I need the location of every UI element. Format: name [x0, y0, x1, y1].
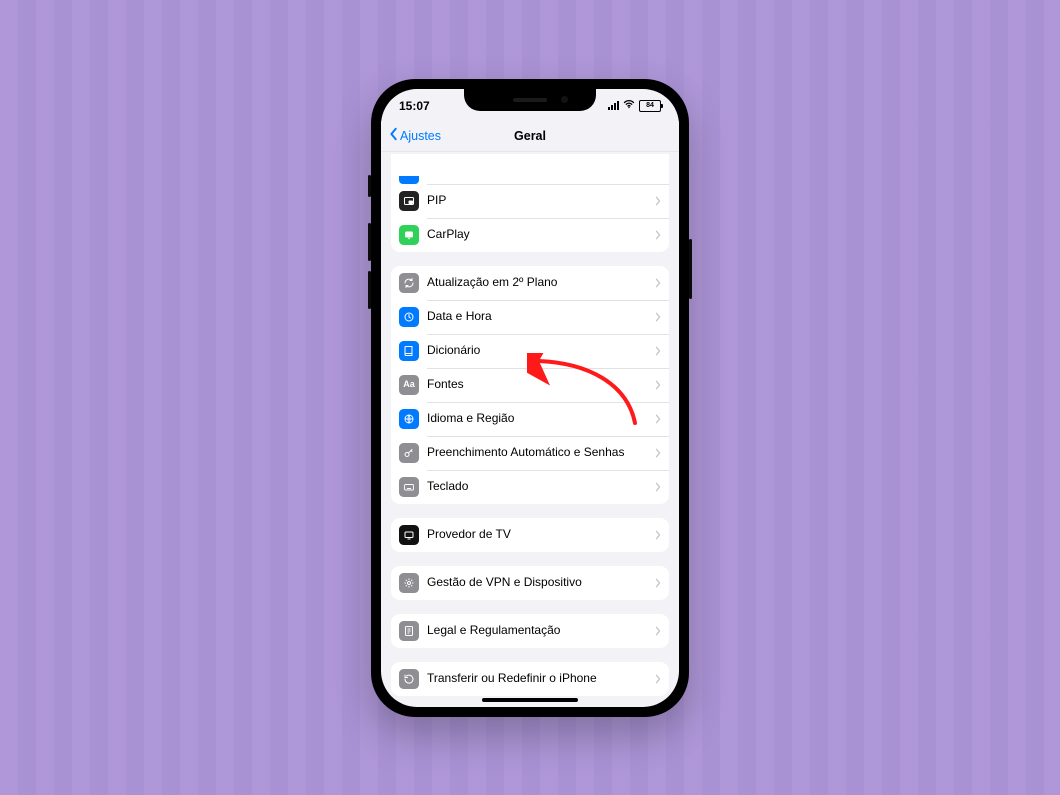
globe-icon: [399, 409, 419, 429]
settings-list[interactable]: PIP CarPlay Atualização em 2º: [381, 152, 679, 707]
tv-icon: [399, 525, 419, 545]
list-item-legal[interactable]: Legal e Regulamentação: [391, 614, 669, 648]
chevron-right-icon: [655, 196, 661, 206]
row-label: CarPlay: [427, 227, 647, 241]
chevron-left-icon: [389, 127, 399, 144]
chevron-right-icon: [655, 578, 661, 588]
phone-screen: 15:07 84 Ajustes Geral: [381, 89, 679, 707]
power-button: [689, 239, 692, 299]
list-item-autofill-passwords[interactable]: Preenchimento Automático e Senhas: [391, 436, 669, 470]
chevron-right-icon: [655, 674, 661, 684]
row-label: Provedor de TV: [427, 527, 647, 541]
nav-back-button[interactable]: Ajustes: [389, 121, 441, 151]
legal-icon: [399, 621, 419, 641]
battery-indicator: 84: [639, 100, 661, 112]
keyboard-icon: [399, 477, 419, 497]
key-icon: [399, 443, 419, 463]
fonts-icon: Aa: [399, 375, 419, 395]
settings-group-0: PIP CarPlay: [391, 154, 669, 252]
home-indicator[interactable]: [482, 698, 578, 702]
chevron-right-icon: [655, 230, 661, 240]
list-item-language-region[interactable]: Idioma e Região: [391, 402, 669, 436]
settings-group-3: Gestão de VPN e Dispositivo: [391, 566, 669, 600]
list-item-date-time[interactable]: Data e Hora: [391, 300, 669, 334]
row-label: Dicionário: [427, 343, 647, 357]
list-item-tv-provider[interactable]: Provedor de TV: [391, 518, 669, 552]
status-time: 15:07: [399, 99, 430, 113]
list-item-vpn[interactable]: Gestão de VPN e Dispositivo: [391, 566, 669, 600]
list-item-background-refresh[interactable]: Atualização em 2º Plano: [391, 266, 669, 300]
row-label: Preenchimento Automático e Senhas: [427, 445, 647, 459]
row-label: Data e Hora: [427, 309, 647, 323]
list-item-carplay[interactable]: CarPlay: [391, 218, 669, 252]
chevron-right-icon: [655, 278, 661, 288]
book-icon: [399, 341, 419, 361]
nav-title: Geral: [514, 129, 546, 143]
settings-group-4: Legal e Regulamentação: [391, 614, 669, 648]
list-item-transfer-reset[interactable]: Transferir ou Redefinir o iPhone: [391, 662, 669, 696]
wifi-icon: [623, 98, 635, 113]
chevron-right-icon: [655, 414, 661, 424]
settings-group-2: Provedor de TV: [391, 518, 669, 552]
pip-icon: [399, 191, 419, 211]
chevron-right-icon: [655, 530, 661, 540]
volume-down-button: [368, 271, 371, 309]
volume-up-button: [368, 223, 371, 261]
list-item-pip[interactable]: PIP: [391, 184, 669, 218]
row-label: Fontes: [427, 377, 647, 391]
row-label: Teclado: [427, 479, 647, 493]
cellular-signal-icon: [608, 101, 619, 110]
carplay-icon: [399, 225, 419, 245]
chevron-right-icon: [655, 346, 661, 356]
row-label: Gestão de VPN e Dispositivo: [427, 575, 647, 589]
row-label: Atualização em 2º Plano: [427, 275, 647, 289]
app-icon-peek: [399, 176, 419, 184]
settings-group-1: Atualização em 2º Plano Data e Hora Dici…: [391, 266, 669, 504]
list-item-peek[interactable]: [391, 154, 669, 184]
settings-group-5: Transferir ou Redefinir o iPhone: [391, 662, 669, 696]
reset-icon: [399, 669, 419, 689]
nav-back-label: Ajustes: [400, 129, 441, 143]
battery-level: 84: [646, 102, 654, 109]
list-item-keyboard[interactable]: Teclado: [391, 470, 669, 504]
list-item-dictionary[interactable]: Dicionário: [391, 334, 669, 368]
row-label: PIP: [427, 193, 647, 207]
chevron-right-icon: [655, 448, 661, 458]
chevron-right-icon: [655, 312, 661, 322]
clock-icon: [399, 307, 419, 327]
device-notch: [464, 89, 596, 111]
list-item-fonts[interactable]: Aa Fontes: [391, 368, 669, 402]
chevron-right-icon: [655, 626, 661, 636]
nav-bar: Ajustes Geral: [381, 121, 679, 152]
status-indicators: 84: [608, 98, 661, 113]
row-label: Legal e Regulamentação: [427, 623, 647, 637]
vpn-icon: [399, 573, 419, 593]
phone-frame: 15:07 84 Ajustes Geral: [371, 79, 689, 717]
row-label: Transferir ou Redefinir o iPhone: [427, 671, 647, 685]
mute-switch: [368, 175, 371, 197]
chevron-right-icon: [655, 482, 661, 492]
row-label: Idioma e Região: [427, 411, 647, 425]
refresh-icon: [399, 273, 419, 293]
chevron-right-icon: [655, 380, 661, 390]
